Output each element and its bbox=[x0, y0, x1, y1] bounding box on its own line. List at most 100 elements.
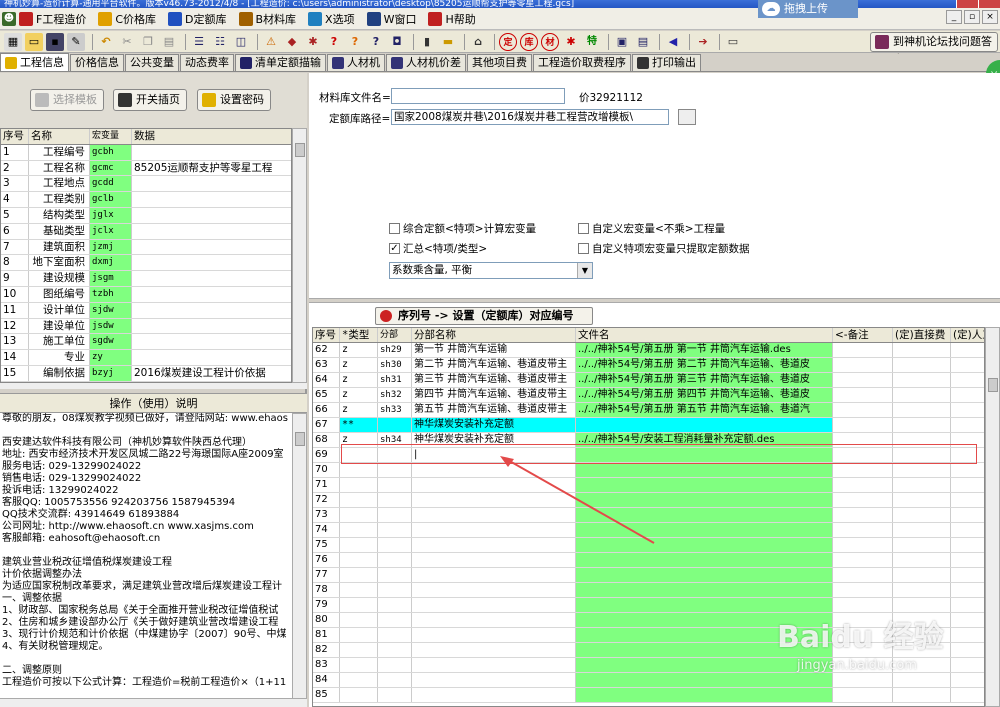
table-cell[interactable]: jsdw bbox=[90, 318, 132, 334]
table-cell[interactable] bbox=[951, 598, 984, 612]
table-cell[interactable] bbox=[893, 463, 951, 477]
table-cell[interactable] bbox=[132, 208, 291, 223]
table-cell[interactable] bbox=[340, 628, 378, 642]
table-cell[interactable]: ../../神补54号/第五册 第一节 井筒汽车运输.des bbox=[576, 343, 833, 357]
table-cell[interactable]: 70 bbox=[313, 463, 340, 477]
table-cell[interactable]: 地下室面积 bbox=[29, 255, 90, 271]
help-red-icon[interactable]: ? bbox=[325, 33, 343, 51]
table-cell[interactable]: zy bbox=[90, 350, 132, 365]
table-cell[interactable]: z bbox=[340, 403, 378, 417]
column-header[interactable]: 分部 bbox=[378, 328, 412, 342]
table-cell[interactable] bbox=[378, 418, 412, 432]
report-icon[interactable]: ▮ bbox=[418, 33, 436, 51]
table-row[interactable]: 12 建设单位 jsdw bbox=[1, 318, 291, 335]
table-cell[interactable] bbox=[576, 418, 833, 432]
table-cell[interactable]: z bbox=[340, 373, 378, 387]
table-cell[interactable] bbox=[893, 403, 951, 417]
tag-icon[interactable]: ◘ bbox=[388, 33, 406, 51]
table-row[interactable]: 3 工程地点 gcdd bbox=[1, 176, 291, 193]
tab-8[interactable]: 工程造价取费程序 bbox=[533, 54, 631, 71]
quota-icon[interactable]: 定 bbox=[499, 32, 517, 51]
table-cell[interactable] bbox=[833, 358, 893, 372]
table-cell[interactable]: ../../神补54号/第五册 第五节 井筒汽车运输、巷道汽 bbox=[576, 403, 833, 417]
column-header[interactable]: (定)直接费 bbox=[893, 328, 951, 342]
table-row[interactable]: 7 建筑面积 jzmj bbox=[1, 239, 291, 256]
table-cell[interactable] bbox=[132, 287, 291, 302]
insert-row-icon[interactable]: ☰ bbox=[190, 33, 208, 51]
table-cell[interactable] bbox=[340, 583, 378, 597]
table-cell[interactable] bbox=[833, 553, 893, 567]
checkbox-box[interactable] bbox=[578, 243, 589, 254]
table-cell[interactable] bbox=[340, 478, 378, 492]
material-icon[interactable]: 材 bbox=[541, 32, 559, 51]
table-cell[interactable] bbox=[412, 583, 576, 597]
mdi-controls[interactable]: _ ▫ × bbox=[944, 10, 998, 24]
table-cell[interactable]: 5 bbox=[1, 207, 29, 223]
table-row[interactable]: 2 工程名称 gcmc 85205运顺帮支护等零星工程 bbox=[1, 160, 291, 177]
table-cell[interactable] bbox=[340, 688, 378, 702]
table-cell[interactable] bbox=[833, 463, 893, 477]
table-cell[interactable]: sh32 bbox=[378, 388, 412, 402]
table-cell[interactable] bbox=[378, 508, 412, 522]
table-row[interactable]: 76 bbox=[313, 553, 984, 568]
table-cell[interactable] bbox=[833, 508, 893, 522]
table-cell[interactable]: 图纸编号 bbox=[29, 286, 90, 302]
table-cell[interactable] bbox=[833, 583, 893, 597]
table-cell[interactable]: 工程地点 bbox=[29, 176, 90, 192]
paste-icon[interactable]: ▤ bbox=[160, 33, 178, 51]
app-icon[interactable]: ☻ bbox=[2, 11, 16, 26]
table-cell[interactable] bbox=[833, 388, 893, 402]
table-cell[interactable] bbox=[378, 673, 412, 687]
table-cell[interactable] bbox=[833, 523, 893, 537]
table-cell[interactable] bbox=[378, 538, 412, 552]
table-cell[interactable] bbox=[340, 508, 378, 522]
table-cell[interactable] bbox=[412, 673, 576, 687]
table-cell[interactable] bbox=[412, 568, 576, 582]
table-cell[interactable]: jzmj bbox=[90, 239, 132, 255]
table-cell[interactable]: 11 bbox=[1, 302, 29, 318]
flag-icon[interactable]: ◀ bbox=[664, 33, 682, 51]
table-cell[interactable] bbox=[893, 418, 951, 432]
copy-icon[interactable]: ❐ bbox=[139, 33, 157, 51]
table-cell[interactable] bbox=[576, 553, 833, 567]
table-cell[interactable] bbox=[576, 598, 833, 612]
table-cell[interactable] bbox=[833, 418, 893, 432]
edit-icon[interactable]: ✎ bbox=[67, 32, 85, 51]
library-icon[interactable]: 库 bbox=[520, 32, 538, 51]
table-cell[interactable]: sgdw bbox=[90, 334, 132, 350]
special-icon[interactable]: 特 bbox=[583, 33, 601, 51]
table-cell[interactable] bbox=[378, 493, 412, 507]
tab-4[interactable]: 清单定额描输 bbox=[235, 54, 326, 71]
table-cell[interactable] bbox=[833, 403, 893, 417]
table-cell[interactable]: 结构类型 bbox=[29, 207, 90, 223]
table-cell[interactable]: 72 bbox=[313, 493, 340, 507]
table-cell[interactable]: z bbox=[340, 388, 378, 402]
chevron-down-icon[interactable]: ▼ bbox=[577, 263, 592, 278]
table-cell[interactable]: ** bbox=[340, 418, 378, 432]
table-cell[interactable] bbox=[951, 538, 984, 552]
table-cell[interactable]: 66 bbox=[313, 403, 340, 417]
column-header[interactable]: *类型 bbox=[340, 328, 378, 342]
menu-item-3[interactable]: B材料库 bbox=[238, 11, 296, 27]
table-cell[interactable] bbox=[893, 523, 951, 537]
table-cell[interactable] bbox=[833, 568, 893, 582]
table-cell[interactable]: 78 bbox=[313, 583, 340, 597]
table-cell[interactable]: 第三节 井筒汽车运输、巷道皮带主 bbox=[412, 373, 576, 387]
table-cell[interactable]: 85205运顺帮支护等零星工程 bbox=[132, 161, 291, 176]
table-cell[interactable]: gclb bbox=[90, 192, 132, 207]
tools-icon[interactable]: ✱ bbox=[304, 33, 322, 51]
screen-icon[interactable]: ▤ bbox=[634, 33, 652, 51]
table-row[interactable]: 64 z sh31 第三节 井筒汽车运输、巷道皮带主 ../../神补54号/第五册 第… bbox=[313, 373, 984, 388]
chk-composite-quota[interactable]: 综合定额<特项>计算宏变量 bbox=[389, 221, 536, 236]
material-lib-input[interactable] bbox=[391, 88, 565, 104]
table-cell[interactable] bbox=[893, 568, 951, 582]
menu-item-1[interactable]: C价格库 bbox=[98, 11, 156, 27]
toggle-pages-button[interactable]: 开关插页 bbox=[113, 89, 187, 111]
division-grid-scrollbar[interactable] bbox=[985, 327, 1000, 707]
warning-icon[interactable]: ⚠ bbox=[262, 33, 280, 51]
table-row[interactable]: 6 基础类型 jclx bbox=[1, 223, 291, 240]
exit-icon[interactable]: ➔ bbox=[694, 33, 712, 51]
table-cell[interactable] bbox=[951, 388, 984, 402]
set-password-button[interactable]: 设置密码 bbox=[197, 89, 271, 111]
table-cell[interactable]: sh29 bbox=[378, 343, 412, 357]
